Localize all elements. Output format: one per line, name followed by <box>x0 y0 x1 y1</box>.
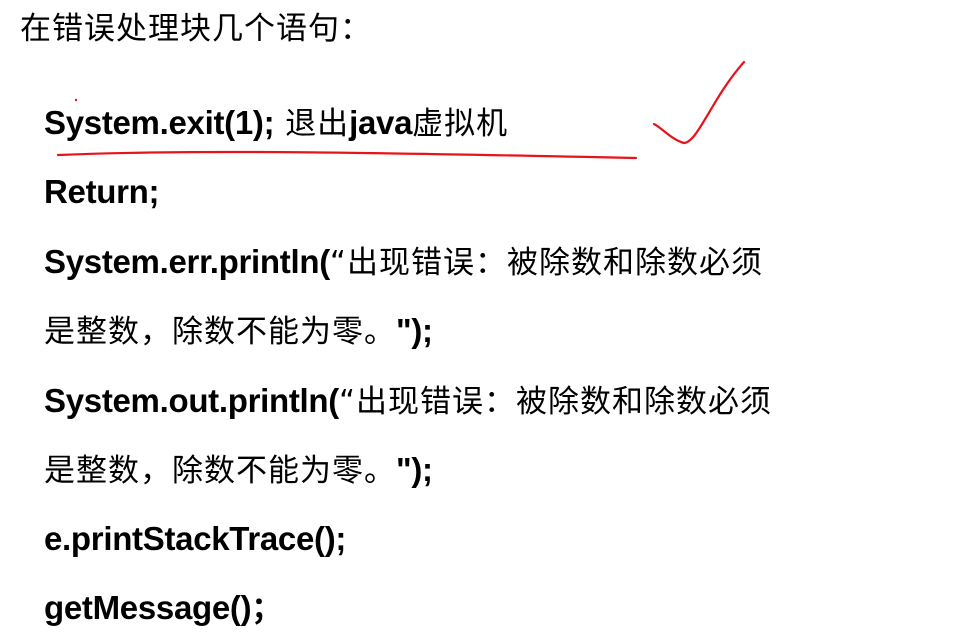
statement-get-message: getMessage()； <box>44 591 282 625</box>
slide-heading: 在错误处理块几个语句： <box>20 11 372 47</box>
chinese-text-vm: 虚拟机 <box>412 106 509 142</box>
code-text: "); <box>396 451 433 488</box>
statement-print-stack-trace: e.printStackTrace(); <box>44 522 346 555</box>
slide-canvas: 在错误处理块几个语句： System.exit(1); 退出java虚拟机 Re… <box>0 0 956 643</box>
chinese-text: “出现错误：被除数和除数必须 <box>338 384 773 420</box>
code-text: System.err.println( <box>44 243 330 280</box>
red-underline-annotation <box>56 150 638 160</box>
red-checkmark-icon <box>652 60 746 145</box>
statement-system-out-println: System.out.println(“出现错误：被除数和除数必须 <box>44 384 772 418</box>
chinese-text: 是整数，除数不能为零。 <box>44 314 396 350</box>
code-text: "); <box>396 312 433 349</box>
code-text: e.printStackTrace(); <box>44 520 347 557</box>
code-text: System.out.println( <box>44 382 339 419</box>
statement-system-out-continuation: 是整数，除数不能为零。"); <box>44 453 433 487</box>
code-text-java: java <box>349 104 413 141</box>
statement-system-err-continuation: 是整数，除数不能为零。"); <box>44 314 433 348</box>
statement-system-err-println: System.err.println(“出现错误：被除数和除数必须 <box>44 245 763 279</box>
chinese-text: “出现错误：被除数和除数必须 <box>329 245 763 281</box>
code-text: System.exit(1); <box>44 104 275 141</box>
statement-return: Return; <box>44 173 160 210</box>
chinese-punct: ； <box>251 591 283 627</box>
chinese-text: 是整数，除数不能为零。 <box>44 453 396 489</box>
code-text: Return; <box>44 173 160 210</box>
red-dot-annotation <box>74 98 78 102</box>
chinese-text: 退出 <box>274 106 350 142</box>
statement-system-exit: System.exit(1); 退出java虚拟机 <box>44 106 508 140</box>
code-text: getMessage() <box>44 589 252 626</box>
